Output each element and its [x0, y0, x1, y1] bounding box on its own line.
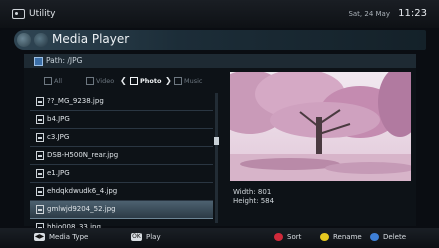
image-file-icon — [36, 97, 44, 106]
list-item[interactable]: ??_MG_9238.jpg — [30, 93, 213, 111]
blue-button-icon — [370, 233, 379, 241]
rename-hint[interactable]: Rename — [320, 233, 362, 241]
date-time: Sat, 24 May 11:23 — [348, 8, 427, 19]
play-hint[interactable]: OK Play — [131, 233, 161, 241]
list-item[interactable]: ehdqkdwudk6_4.jpg — [30, 183, 213, 201]
list-item[interactable]: e1.JPG — [30, 165, 213, 183]
scrollbar-thumb[interactable] — [214, 137, 219, 145]
delete-hint[interactable]: Delete — [370, 233, 406, 241]
media-type-tabs: All Video ❮ Photo ❯ Music — [34, 76, 204, 88]
yellow-button-icon — [320, 233, 329, 241]
image-file-icon — [36, 115, 44, 124]
time-label: 11:23 — [398, 8, 427, 19]
sort-hint[interactable]: Sort — [274, 233, 301, 241]
all-icon — [44, 77, 52, 85]
arrow-right-icon[interactable]: ❯ — [165, 76, 172, 85]
image-file-icon — [36, 133, 44, 142]
title-bar: Media Player — [14, 30, 426, 50]
music-icon — [174, 77, 182, 85]
image-file-icon — [36, 205, 44, 214]
utility-header: Utility — [12, 9, 55, 19]
preview-image — [230, 72, 411, 181]
title-knob-icon-2 — [34, 33, 48, 47]
tab-photo[interactable]: Photo — [130, 77, 161, 85]
image-file-icon — [36, 187, 44, 196]
app-title: Utility — [29, 9, 56, 19]
date-label: Sat, 24 May — [348, 10, 390, 18]
file-name: gmlwjd9204_52.jpg — [47, 205, 116, 213]
scrollbar[interactable] — [214, 93, 219, 223]
media-type-hint[interactable]: ◀▶ Media Type — [34, 233, 88, 241]
path-bar: Path: /JPG — [24, 54, 416, 69]
utility-icon — [12, 9, 25, 19]
image-preview — [230, 72, 411, 181]
file-name: b4.JPG — [47, 115, 70, 123]
arrow-left-icon[interactable]: ❮ — [120, 76, 127, 85]
height-label: Height: 584 — [233, 197, 275, 205]
file-name: DSB-H500N_rear.jpg — [47, 151, 119, 159]
folder-icon — [34, 57, 43, 66]
list-item[interactable]: DSB-H500N_rear.jpg — [30, 147, 213, 165]
list-item[interactable]: c3.JPG — [30, 129, 213, 147]
file-list: ??_MG_9238.jpg b4.JPG c3.JPG DSB-H500N_rear… — [30, 93, 213, 237]
ok-key-icon: OK — [131, 233, 142, 241]
file-name: ??_MG_9238.jpg — [47, 97, 104, 105]
top-bar: Utility Sat, 24 May 11:23 — [0, 0, 439, 28]
path-label: Path: /JPG — [46, 56, 83, 65]
page-title: Media Player — [52, 32, 130, 46]
title-knob-icon — [17, 33, 31, 47]
image-info: Width: 801 Height: 584 — [233, 188, 274, 206]
width-label: Width: 801 — [233, 188, 272, 196]
file-name: e1.JPG — [47, 169, 70, 177]
tab-music[interactable]: Music — [174, 77, 203, 85]
video-icon — [86, 77, 94, 85]
list-item[interactable]: gmlwjd9204_52.jpg — [30, 201, 213, 219]
bottom-bar: ◀▶ Media Type OK Play Sort Rename Delete — [0, 228, 439, 248]
image-file-icon — [36, 151, 44, 160]
red-button-icon — [274, 233, 283, 241]
image-file-icon — [36, 169, 44, 178]
tab-video[interactable]: Video — [86, 77, 114, 85]
tab-all[interactable]: All — [44, 77, 62, 85]
file-name: c3.JPG — [47, 133, 70, 141]
file-name: ehdqkdwudk6_4.jpg — [47, 187, 118, 195]
photo-icon — [130, 77, 138, 85]
left-right-key-icon: ◀▶ — [34, 233, 45, 241]
list-item[interactable]: b4.JPG — [30, 111, 213, 129]
